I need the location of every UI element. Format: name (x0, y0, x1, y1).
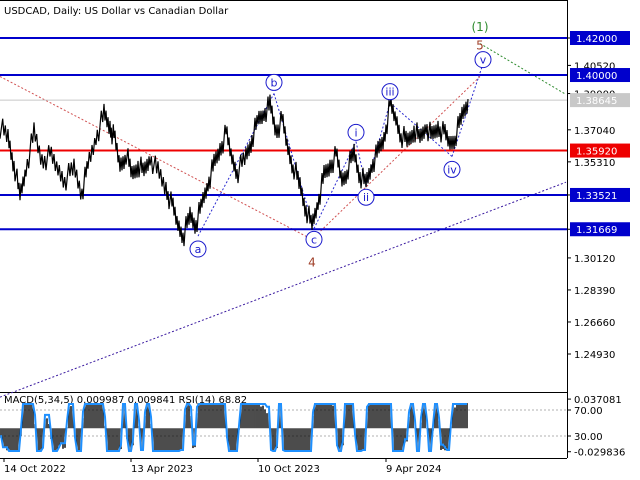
wave-label-0: (1) (472, 20, 489, 34)
price-tick-3: 1.37040 (574, 126, 615, 137)
time-axis: 14 Oct 2022 13 Apr 2023 10 Oct 2023 9 Apr 2… (3, 458, 441, 475)
price-tick-8: 1.28390 (574, 286, 615, 297)
price-tick-10: 1.24930 (574, 350, 615, 361)
indicator-tick-1: 70.00 (574, 406, 603, 417)
indicator-tick-2: 30.00 (574, 432, 603, 443)
level-label-3: 1.33521 (576, 191, 617, 202)
level-label-4: 1.31669 (576, 225, 617, 236)
chart-title: USDCAD, Daily: US Dollar vs Canadian Dol… (4, 6, 229, 17)
price-chart: (1)5vbiiiiiiivac4 1.420001.405201.390001… (0, 0, 630, 475)
wave-label-6: ii (363, 191, 369, 204)
wave-label-10: 4 (308, 256, 316, 270)
current-price-label: 1.38645 (576, 96, 617, 107)
time-tick-2: 10 Oct 2023 (258, 464, 320, 475)
time-tick-0: 14 Oct 2022 (4, 464, 66, 475)
wave-label-1: 5 (476, 38, 484, 52)
wave-label-7: iv (447, 163, 457, 176)
indicator-tick-0: 0.037081 (574, 395, 622, 406)
price-tick-4: 1.35310 (574, 158, 615, 169)
level-label-0: 1.42000 (576, 34, 617, 45)
wave-label-8: a (195, 243, 202, 256)
time-tick-1: 13 Apr 2023 (131, 464, 193, 475)
indicator-tick-3: -0.029836 (574, 448, 625, 459)
price-tick-7: 1.30120 (574, 254, 615, 265)
wave-label-2: v (480, 54, 487, 67)
price-tick-9: 1.26660 (574, 318, 615, 329)
level-label-2: 1.35920 (576, 147, 617, 158)
wave-label-3: b (271, 76, 278, 89)
level-label-1: 1.40000 (576, 71, 617, 82)
wave-label-5: i (354, 126, 357, 139)
wave-label-9: c (311, 233, 317, 246)
time-tick-3: 9 Apr 2024 (386, 464, 441, 475)
wave-label-4: iii (385, 86, 394, 99)
